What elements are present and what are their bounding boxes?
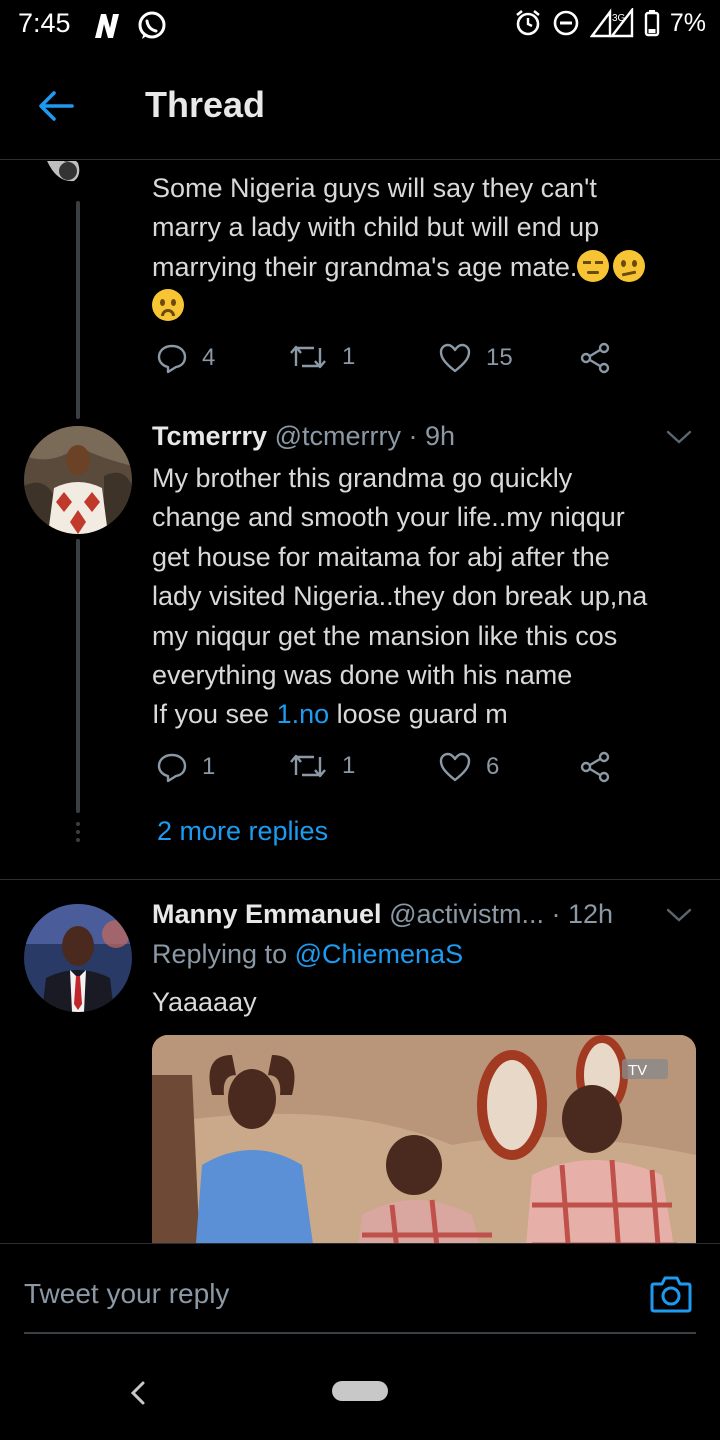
tweet-menu-button[interactable] (666, 429, 692, 449)
heart-icon (439, 343, 471, 373)
status-bar: 7:45 3G 7% (0, 0, 720, 52)
system-nav-bar (0, 1357, 720, 1440)
more-dots (73, 822, 83, 842)
avatar[interactable] (24, 426, 132, 534)
signal-icon: 3G (589, 8, 634, 38)
reply-count: 4 (202, 344, 216, 371)
media-watermark: TV (628, 1062, 647, 1079)
replying-to-line: Replying to @ChiemenaS (152, 939, 464, 969)
reply-button[interactable]: 1 (156, 751, 215, 783)
tweet-actions: 1 1 6 (156, 751, 626, 791)
share-icon (580, 751, 610, 783)
thread-connector-line (76, 539, 80, 813)
tweet-author-line: Tcmerrry @tcmerrry · 9h (152, 421, 455, 452)
reply-icon (157, 344, 187, 374)
share-button[interactable] (580, 751, 612, 783)
tweet-text: Yaaaaay (152, 987, 257, 1017)
dnd-icon (552, 9, 580, 37)
retweet-icon (290, 754, 326, 778)
unamused-face-emoji (577, 249, 610, 282)
nav-home-button[interactable] (332, 1381, 388, 1401)
reply-input-underline (24, 1332, 696, 1334)
back-button[interactable] (30, 82, 82, 130)
svg-text:3G: 3G (612, 13, 626, 24)
author-name[interactable]: Manny Emmanuel (152, 899, 382, 929)
reply-count: 1 (202, 753, 216, 780)
replying-to-link[interactable]: @ChiemenaS (295, 939, 464, 969)
camera-button[interactable] (650, 1274, 692, 1314)
chevron-down-icon (666, 430, 692, 444)
frowning-face-emoji (152, 289, 184, 322)
like-button[interactable]: 6 (438, 751, 499, 783)
tweet-time: · 12h (551, 899, 614, 929)
nav-back-button[interactable] (126, 1379, 150, 1411)
avatar[interactable] (24, 904, 132, 1012)
retweet-count: 1 (342, 343, 356, 370)
retweet-button[interactable]: 1 (288, 342, 355, 372)
more-replies-link[interactable]: 2 more replies (157, 816, 328, 847)
alarm-icon (514, 9, 542, 37)
avatar[interactable] (44, 161, 82, 193)
author-handle[interactable]: @activistm... (389, 899, 544, 929)
thread-list[interactable]: Some Nigeria guys will say they can't ma… (0, 161, 720, 1243)
chevron-left-icon (130, 1381, 145, 1405)
camera-icon (650, 1276, 692, 1313)
battery-icon (644, 9, 660, 37)
tweet-link[interactable]: 1.no (277, 699, 330, 729)
retweet-icon (290, 345, 326, 369)
retweet-count: 1 (342, 752, 356, 779)
like-button[interactable]: 15 (438, 342, 513, 374)
share-icon (580, 342, 610, 374)
reply-input[interactable]: Tweet your reply (24, 1278, 229, 1310)
divider (0, 879, 720, 880)
like-count: 6 (486, 753, 500, 780)
page-title: Thread (145, 84, 266, 125)
reply-icon (157, 753, 187, 783)
heart-icon (439, 752, 471, 782)
share-button[interactable] (580, 342, 612, 374)
n-app-icon (92, 12, 122, 44)
tweet-actions: 4 1 15 (156, 342, 626, 382)
tweet-media-image[interactable]: TV (152, 1035, 696, 1243)
tweet-menu-button[interactable] (666, 907, 692, 927)
reply-button[interactable]: 4 (156, 342, 215, 374)
arrow-left-icon (39, 91, 74, 121)
tweet-text: My brother this grandma go quickly chang… (152, 463, 648, 730)
author-handle[interactable]: @tcmerrry (275, 421, 401, 451)
tweet-text: Some Nigeria guys will say they can't ma… (152, 169, 700, 327)
battery-percent: 7% (669, 8, 706, 37)
status-time: 7:45 (18, 8, 71, 38)
retweet-button[interactable]: 1 (288, 751, 355, 781)
whatsapp-icon (136, 10, 168, 46)
tweet-time: · 9h (408, 421, 456, 451)
chevron-down-icon (666, 908, 692, 922)
author-name[interactable]: Tcmerrry (152, 421, 267, 451)
tweet-author-line: Manny Emmanuel @activistm... · 12h (152, 899, 613, 930)
like-count: 15 (486, 344, 513, 371)
confused-face-emoji (613, 249, 646, 282)
top-bar: Thread (0, 52, 720, 160)
reply-bar: Tweet your reply (0, 1243, 720, 1357)
thread-connector-line (76, 201, 80, 419)
